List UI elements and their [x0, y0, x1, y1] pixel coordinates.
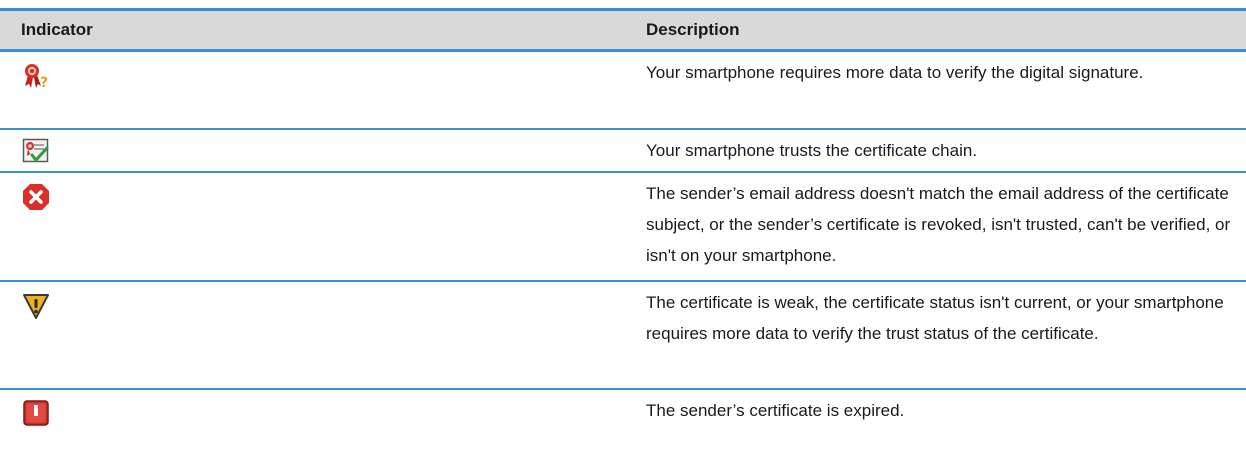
row-description: Your smartphone requires more data to ve…: [646, 63, 1144, 82]
table-row: ? Your smartphone requires more data to …: [0, 52, 1246, 130]
certificate-indicator-table: Indicator Description ? Your smartphone …: [0, 8, 1246, 436]
table-row: The sender’s email address doesn't match…: [0, 173, 1246, 282]
table-row: The certificate is weak, the certificate…: [0, 282, 1246, 390]
svg-text:?: ?: [40, 75, 48, 90]
ribbon-question-icon: ?: [22, 62, 50, 90]
table-row: Your smartphone trusts the certificate c…: [0, 130, 1246, 173]
row-description: The sender’s certificate is expired.: [646, 401, 905, 420]
red-x-error-icon: [22, 183, 50, 211]
header-indicator: Indicator: [21, 20, 93, 39]
row-description: Your smartphone trusts the certificate c…: [646, 141, 978, 160]
red-expired-icon: [22, 399, 50, 427]
certificate-check-icon: [22, 137, 50, 165]
row-description: The sender’s email address doesn't match…: [646, 184, 1231, 265]
header-description: Description: [646, 20, 740, 39]
row-description: The certificate is weak, the certificate…: [646, 293, 1224, 343]
yellow-warning-icon: [22, 292, 50, 320]
table-header: Indicator Description: [0, 8, 1246, 52]
table-row: The sender’s certificate is expired.: [0, 390, 1246, 436]
